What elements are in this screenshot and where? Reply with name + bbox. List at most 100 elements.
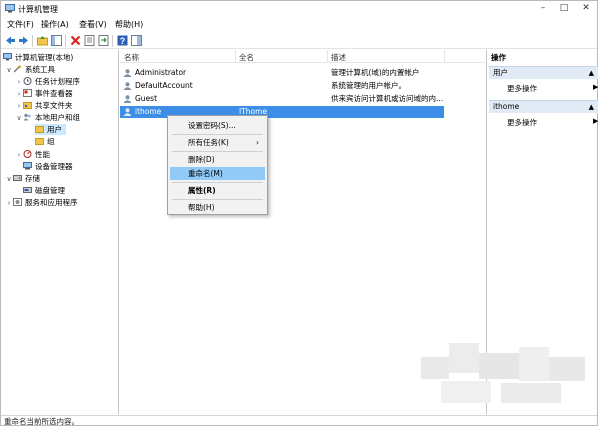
minimize-button[interactable]: – [533, 2, 553, 15]
watermark-block [449, 343, 479, 373]
tree-item-computer-management[interactable]: 计算机管理(本地) [3, 52, 73, 63]
help-icon[interactable]: ? [117, 35, 128, 46]
expand-chevron-icon[interactable]: › [15, 77, 23, 88]
menu-help[interactable]: 帮助(H) [115, 19, 143, 30]
expand-chevron-icon[interactable]: › [15, 150, 23, 161]
more-actions-label: 更多操作 [507, 118, 537, 127]
watermark-block [501, 383, 561, 403]
menu-item-all-tasks[interactable]: 所有任务(K) › [170, 136, 265, 149]
tree-item-event-viewer[interactable]: › 事件查看器 [15, 88, 73, 99]
shared-folder-icon [23, 102, 32, 109]
menu-separator [172, 199, 263, 200]
collapse-triangle-icon[interactable]: ▲ [589, 101, 594, 113]
tree-item-groups[interactable]: 组 [35, 136, 55, 147]
toolbar-separator [32, 35, 33, 47]
column-header-name[interactable]: 名称 [124, 52, 139, 63]
column-divider[interactable] [444, 50, 445, 63]
table-row[interactable]: Guest 供来宾访问计算机或访问域的内... [120, 93, 444, 105]
column-divider[interactable] [235, 50, 236, 63]
users-icon [23, 113, 31, 121]
tree-item-label: 磁盘管理 [35, 186, 65, 195]
watermark-block [421, 357, 449, 379]
menu-item-label: 属性(R) [188, 186, 216, 195]
tree-item-services-applications[interactable]: › 服务和应用程序 [5, 197, 78, 208]
actions-section-ithome[interactable]: ithome ▲ [489, 100, 598, 113]
action-pane-icon[interactable] [131, 35, 142, 46]
tools-icon [13, 65, 21, 73]
tree-item-disk-management[interactable]: 磁盘管理 [23, 185, 65, 196]
tree-item-label: 设备管理器 [35, 162, 73, 171]
tree-item-label: 系统工具 [25, 65, 55, 74]
table-row[interactable]: DefaultAccount 系统管理的用户帐户。 [120, 80, 444, 92]
tree-item-device-manager[interactable]: 设备管理器 [23, 161, 73, 172]
menu-item-rename[interactable]: 重命名(M) [170, 167, 265, 180]
section-header-label: 用户 [493, 68, 508, 77]
collapse-chevron-icon[interactable]: ∨ [5, 65, 13, 76]
tree-item-shared-folders[interactable]: › 共享文件夹 [15, 100, 73, 111]
expand-chevron-icon[interactable]: › [15, 89, 23, 100]
more-actions-link[interactable]: 更多操作 ▶ [507, 83, 598, 94]
delete-icon[interactable] [70, 35, 81, 46]
column-divider[interactable] [327, 50, 328, 63]
back-icon[interactable] [5, 35, 16, 46]
menu-item-label: 设置密码(S)... [188, 121, 236, 130]
menu-item-help[interactable]: 帮助(H) [170, 201, 265, 214]
up-folder-icon[interactable] [37, 35, 48, 46]
computer-management-icon [5, 4, 15, 13]
expand-chevron-icon[interactable]: › [15, 101, 23, 112]
svg-text:?: ? [120, 36, 126, 46]
column-header-fullname[interactable]: 全名 [239, 52, 254, 63]
device-icon [23, 162, 32, 170]
list-header: 名称 全名 描述 [120, 50, 485, 63]
collapse-triangle-icon[interactable]: ▲ [589, 67, 594, 79]
more-actions-link[interactable]: 更多操作 ▶ [507, 117, 598, 128]
menu-action[interactable]: 操作(A) [41, 19, 69, 30]
menu-item-label: 重命名(M) [188, 169, 223, 178]
tree-item-label: 存储 [25, 174, 40, 183]
close-button[interactable]: ✕ [576, 2, 596, 15]
tree-item-local-users-groups[interactable]: ∨ 本地用户和组 [15, 112, 80, 123]
menu-view[interactable]: 查看(V) [79, 19, 107, 30]
menu-item-set-password[interactable]: 设置密码(S)... [170, 119, 265, 132]
collapse-chevron-icon[interactable]: ∨ [5, 174, 13, 185]
menu-separator [172, 134, 263, 135]
tree-item-performance[interactable]: › 性能 [15, 149, 50, 160]
menu-item-label: 删除(D) [188, 155, 215, 164]
expand-chevron-icon[interactable]: › [5, 198, 13, 209]
tree-item-system-tools[interactable]: ∨ 系统工具 [5, 64, 55, 75]
menu-item-label: 帮助(H) [188, 203, 215, 212]
table-row[interactable]: Administrator 管理计算机(域)的内置帐户 [120, 67, 444, 79]
tree-item-storage[interactable]: ∨ 存储 [5, 173, 40, 184]
column-header-description[interactable]: 描述 [331, 52, 346, 63]
collapse-chevron-icon[interactable]: ∨ [15, 113, 23, 124]
status-text: 重命名当前所选内容。 [4, 417, 79, 426]
menu-item-properties[interactable]: 属性(R) [170, 184, 265, 197]
actions-section-users[interactable]: 用户 ▲ [489, 66, 598, 79]
user-name-cell: ithome [135, 107, 162, 116]
show-hide-tree-icon[interactable] [51, 35, 62, 46]
actions-title: 操作 [491, 53, 506, 62]
tree-item-task-scheduler[interactable]: › 任务计划程序 [15, 76, 80, 87]
maximize-button[interactable]: □ [554, 2, 574, 15]
properties-icon[interactable] [84, 35, 95, 46]
tree-item-label: 组 [47, 137, 55, 146]
user-name-cell: Guest [135, 94, 158, 103]
toolbar: ? [1, 32, 597, 49]
export-list-icon[interactable] [98, 35, 109, 46]
computer-icon [3, 53, 12, 61]
toolbar-separator [65, 35, 66, 47]
tree-item-label: 计算机管理(本地) [15, 53, 74, 62]
forward-icon[interactable] [18, 35, 29, 46]
menu-item-label: 所有任务(K) [188, 138, 229, 147]
menu-item-delete[interactable]: 删除(D) [170, 153, 265, 166]
user-icon [123, 82, 132, 90]
navigation-tree: 计算机管理(本地) ∨ 系统工具 › 任务计划程序 › 事件查看器 › 共享文件夹 ∨ 本… [1, 50, 119, 414]
title-bar: 计算机管理 – □ ✕ [1, 1, 597, 16]
window-title: 计算机管理 [18, 5, 58, 14]
folder-icon [35, 126, 44, 133]
user-description-cell: 供来宾访问计算机或访问域的内... [331, 94, 444, 103]
tree-item-users[interactable]: 用户 [35, 124, 66, 135]
tree-item-label: 本地用户和组 [35, 113, 80, 122]
menu-file[interactable]: 文件(F) [7, 19, 34, 30]
watermark-block [479, 353, 519, 379]
